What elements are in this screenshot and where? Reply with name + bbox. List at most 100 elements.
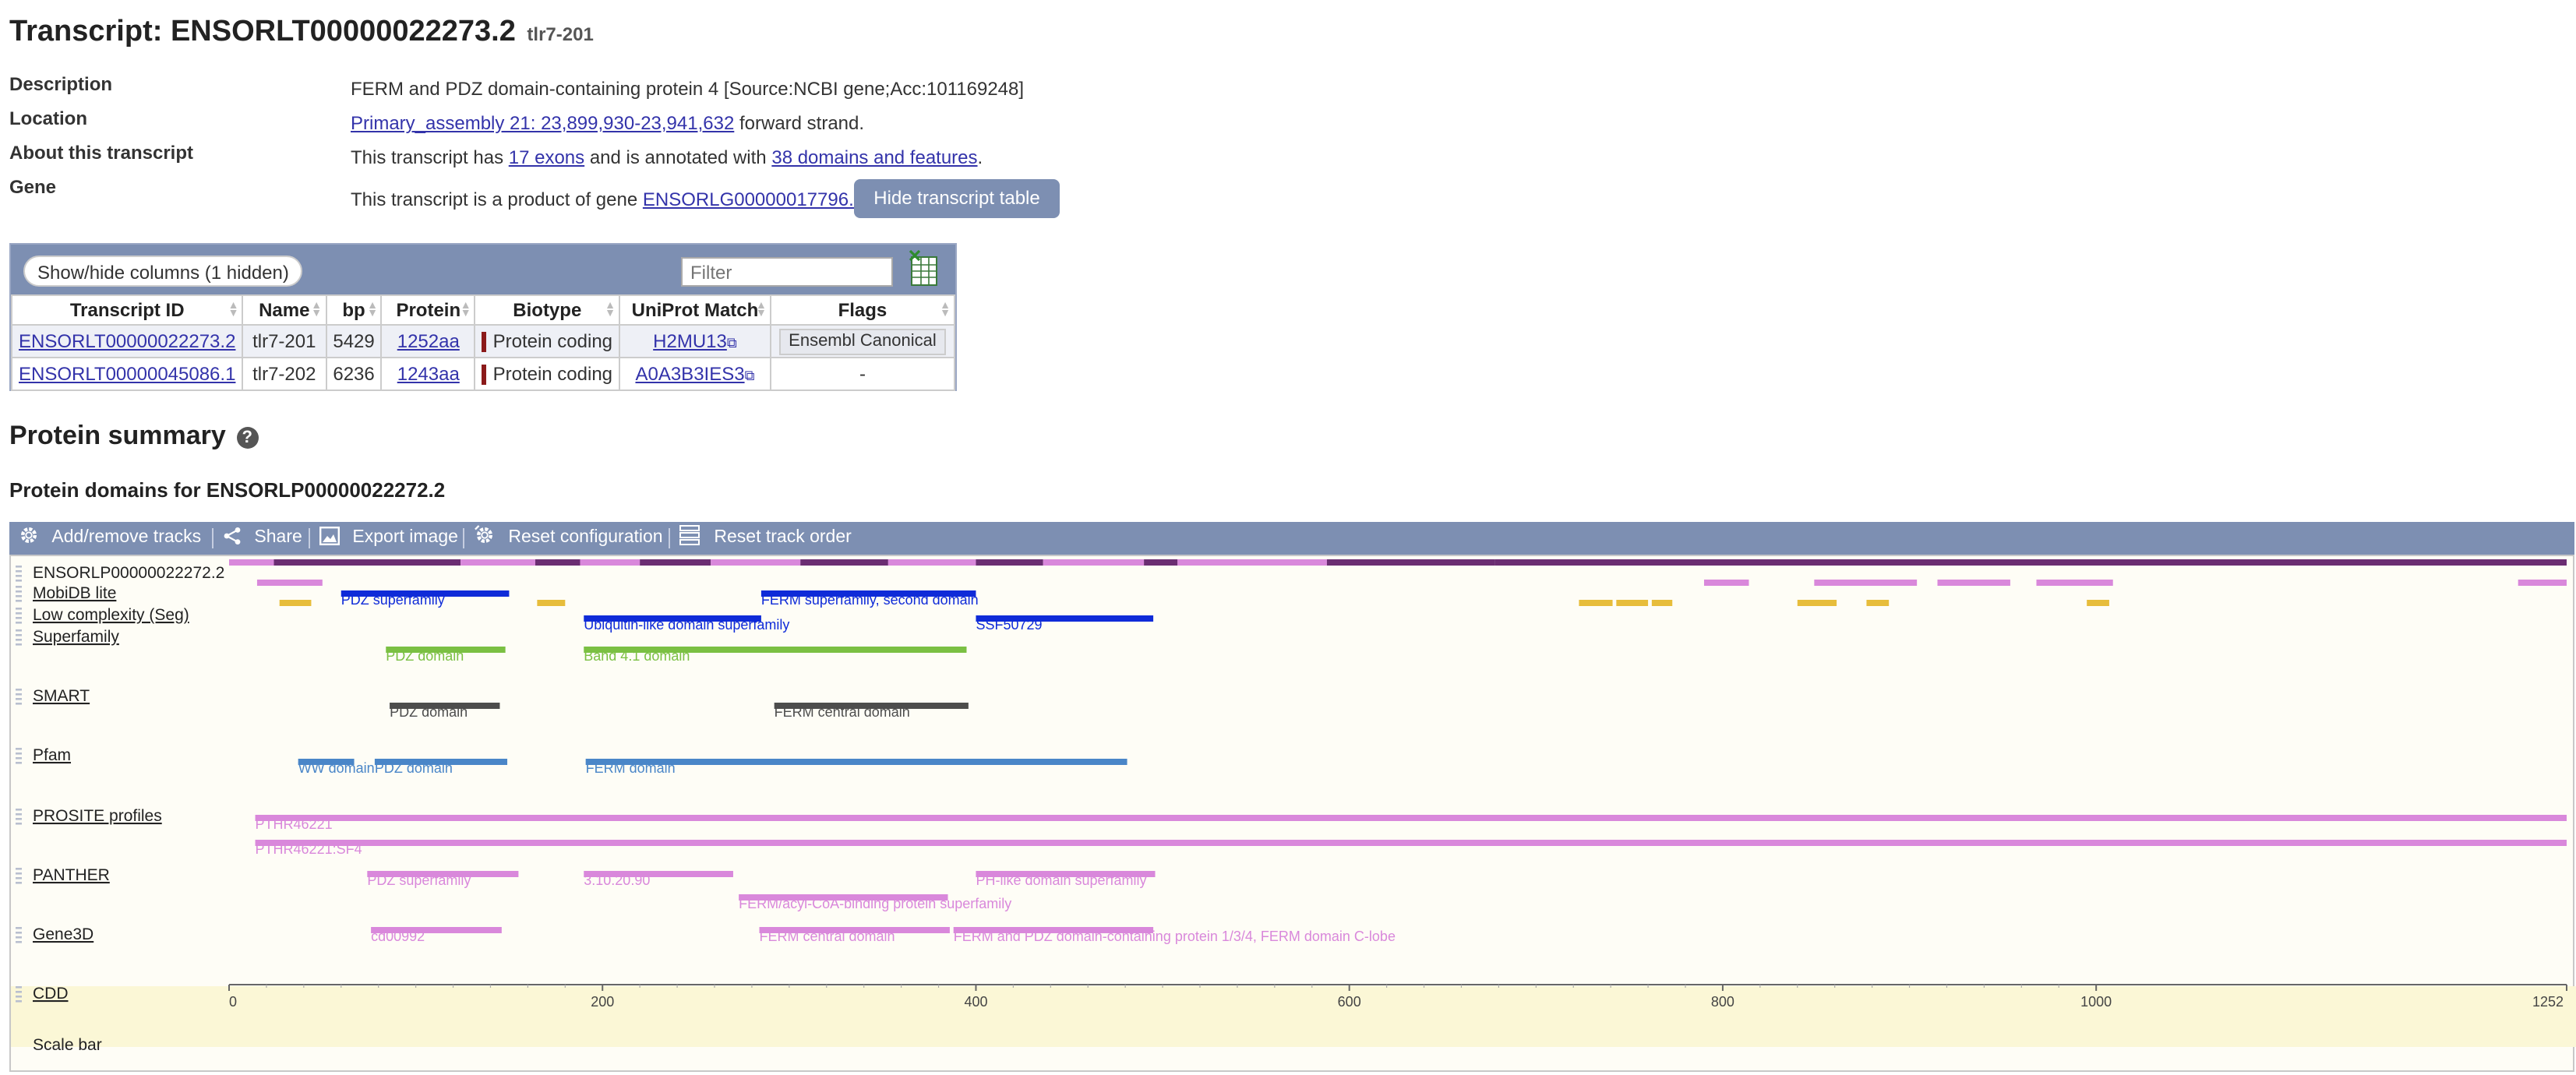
- reset-track-order-button[interactable]: Reset track order: [679, 522, 852, 555]
- drag-handle[interactable]: [16, 809, 22, 811]
- track-label[interactable]: Gene3D: [33, 925, 94, 943]
- mobidb-lite-segment[interactable]: [1937, 580, 2010, 586]
- drag-handle[interactable]: [16, 872, 22, 875]
- drag-handle[interactable]: [16, 986, 22, 989]
- protein-exon-segment[interactable]: [800, 559, 888, 566]
- drag-handle[interactable]: [16, 575, 22, 577]
- drag-handle[interactable]: [16, 622, 22, 624]
- domains-link[interactable]: 38 domains and features: [771, 146, 977, 168]
- low-complexity-segment[interactable]: [1651, 600, 1673, 606]
- drag-handle[interactable]: [16, 818, 22, 820]
- protein-exon-segment[interactable]: [887, 559, 976, 566]
- drag-handle[interactable]: [16, 936, 22, 939]
- track-label[interactable]: SMART: [33, 687, 90, 705]
- excel-export-icon[interactable]: [909, 249, 940, 287]
- column-header[interactable]: bp ▲ ▼: [325, 294, 383, 326]
- protein-exon-segment[interactable]: [229, 559, 274, 566]
- drag-handle[interactable]: [16, 693, 22, 696]
- drag-handle[interactable]: [16, 590, 22, 593]
- drag-handle[interactable]: [16, 813, 22, 816]
- drag-handle[interactable]: [16, 639, 22, 641]
- drag-handle[interactable]: [16, 748, 22, 750]
- filter-input[interactable]: [681, 257, 893, 287]
- column-header[interactable]: Flags ▲ ▼: [769, 294, 956, 326]
- protein-link[interactable]: 1243aa: [397, 363, 460, 385]
- column-header[interactable]: Transcript ID ▲ ▼: [10, 294, 244, 326]
- low-complexity-segment[interactable]: [1579, 600, 1613, 606]
- drag-handle[interactable]: [16, 570, 22, 573]
- track-label[interactable]: Pfam: [33, 746, 71, 764]
- drag-handle[interactable]: [16, 608, 22, 610]
- protein-exon-segment[interactable]: [273, 559, 461, 566]
- gene-link[interactable]: ENSORLG00000017796.2: [643, 189, 864, 210]
- drag-handle[interactable]: [16, 877, 22, 879]
- help-icon[interactable]: ?: [236, 427, 259, 449]
- drag-handle[interactable]: [16, 882, 22, 884]
- location-link[interactable]: Primary_assembly 21: 23,899,930-23,941,6…: [351, 112, 734, 134]
- show-hide-columns-button[interactable]: Show/hide columns (1 hidden): [23, 256, 303, 287]
- track-label[interactable]: PANTHER: [33, 866, 110, 884]
- share-button[interactable]: Share: [223, 522, 302, 555]
- column-header[interactable]: Protein ▲ ▼: [380, 294, 476, 326]
- drag-handle[interactable]: [16, 941, 22, 943]
- drag-handle[interactable]: [16, 586, 22, 588]
- protein-exon-segment[interactable]: [580, 559, 640, 566]
- column-header[interactable]: UniProt Match ▲ ▼: [619, 294, 771, 326]
- low-complexity-segment[interactable]: [1866, 600, 1890, 606]
- column-header[interactable]: Biotype ▲ ▼: [474, 294, 621, 326]
- low-complexity-segment[interactable]: [2087, 600, 2109, 606]
- protein-exon-segment[interactable]: [711, 559, 801, 566]
- drag-handle[interactable]: [16, 698, 22, 700]
- uniprot-link[interactable]: H2MU13: [653, 330, 727, 352]
- drag-handle[interactable]: [16, 595, 22, 597]
- drag-handle[interactable]: [16, 566, 22, 568]
- low-complexity-segment[interactable]: [279, 600, 312, 606]
- track-label[interactable]: MobiDB lite: [33, 584, 116, 602]
- drag-handle[interactable]: [16, 629, 22, 632]
- exons-link[interactable]: 17 exons: [509, 146, 584, 168]
- mobidb-lite-segment[interactable]: [256, 580, 323, 586]
- protein-exon-segment[interactable]: [1326, 559, 1495, 566]
- drag-handle[interactable]: [16, 634, 22, 636]
- transcript-id-link[interactable]: ENSORLT00000022273.2: [19, 330, 235, 352]
- protein-exon-segment[interactable]: [1494, 559, 2567, 566]
- domain-feature[interactable]: [255, 840, 2567, 846]
- mobidb-lite-segment[interactable]: [1703, 580, 1749, 586]
- drag-handle[interactable]: [16, 600, 22, 602]
- protein-exon-segment[interactable]: [976, 559, 1043, 566]
- hide-transcript-table-button[interactable]: Hide transcript table: [854, 179, 1060, 218]
- mobidb-lite-segment[interactable]: [2036, 580, 2113, 586]
- drag-handle[interactable]: [16, 689, 22, 691]
- mobidb-lite-segment[interactable]: [2518, 580, 2567, 586]
- low-complexity-segment[interactable]: [1616, 600, 1649, 606]
- drag-handle[interactable]: [16, 996, 22, 998]
- reset-configuration-button[interactable]: Reset configuration: [474, 522, 663, 555]
- protein-exon-segment[interactable]: [535, 559, 580, 566]
- low-complexity-segment[interactable]: [537, 600, 566, 606]
- drag-handle[interactable]: [16, 757, 22, 760]
- protein-exon-segment[interactable]: [461, 559, 535, 566]
- track-label[interactable]: Superfamily: [33, 628, 119, 646]
- drag-handle[interactable]: [16, 927, 22, 929]
- drag-handle[interactable]: [16, 580, 22, 582]
- track-label[interactable]: Low complexity (Seg): [33, 606, 189, 624]
- drag-handle[interactable]: [16, 932, 22, 934]
- domain-feature[interactable]: [255, 815, 2567, 821]
- protein-exon-segment[interactable]: [1177, 559, 1327, 566]
- drag-handle[interactable]: [16, 762, 22, 764]
- low-complexity-segment[interactable]: [1797, 600, 1837, 606]
- drag-handle[interactable]: [16, 991, 22, 993]
- protein-exon-segment[interactable]: [640, 559, 711, 566]
- drag-handle[interactable]: [16, 703, 22, 705]
- drag-handle[interactable]: [16, 823, 22, 825]
- drag-handle[interactable]: [16, 1000, 22, 1003]
- track-label[interactable]: PROSITE profiles: [33, 807, 162, 825]
- drag-handle[interactable]: [16, 617, 22, 619]
- drag-handle[interactable]: [16, 752, 22, 755]
- drag-handle[interactable]: [16, 643, 22, 646]
- drag-handle[interactable]: [16, 868, 22, 870]
- protein-exon-segment[interactable]: [1043, 559, 1145, 566]
- transcript-id-link[interactable]: ENSORLT00000045086.1: [19, 363, 235, 385]
- add-remove-tracks-button[interactable]: Add/remove tracks: [19, 522, 201, 555]
- drag-handle[interactable]: [16, 612, 22, 615]
